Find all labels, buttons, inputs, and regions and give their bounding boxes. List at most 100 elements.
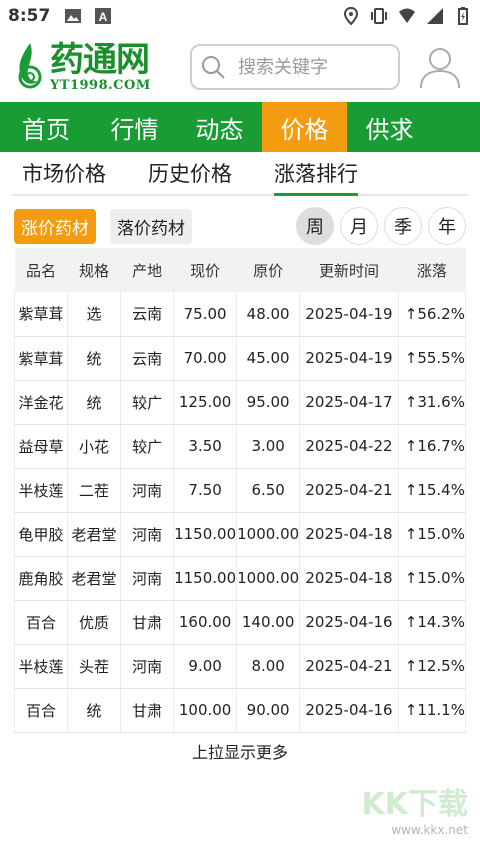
nav-home[interactable]: 首页	[0, 102, 92, 152]
cell-change: ↑14.3%	[398, 600, 467, 645]
cell-update-time: 2025-04-18	[299, 556, 399, 601]
filter-bar: 涨价药材 落价药材 周 月 季 年	[0, 204, 480, 248]
gallery-icon	[65, 9, 82, 23]
cell-current-price: 160.00	[173, 600, 238, 645]
table-row[interactable]: 百合统甘肃 100.00 90.00 2025-04-16 ↑11.1%	[13, 688, 467, 733]
app-header: 药通网 YT1998.COM	[0, 32, 480, 102]
tab-history-price[interactable]: 历史价格	[148, 152, 232, 194]
cell-origin: 河南	[120, 556, 175, 601]
cell-change: ↑31.6%	[398, 380, 467, 425]
col-change-header: 涨落	[398, 248, 466, 292]
cell-update-time: 2025-04-21	[299, 468, 399, 513]
nav-supply[interactable]: 供求	[347, 102, 432, 152]
cell-original-price: 3.00	[236, 424, 301, 469]
table-row[interactable]: 半枝莲 头茬 河南 9.00 8.00 2025-04-21 ↑12.5%	[13, 644, 467, 689]
period-year-button[interactable]: 年	[428, 207, 466, 245]
period-month-button[interactable]: 月	[340, 207, 378, 245]
cell-current-price: 3.50	[173, 424, 238, 469]
logo-chinese: 药通网	[50, 39, 150, 80]
nav-market[interactable]: 行情	[92, 102, 177, 152]
table-row[interactable]: 洋金花统较广 125.00 95.00 2025-04-17 ↑31.6%	[13, 380, 467, 425]
battery-icon	[458, 7, 468, 25]
cell-spec: 头茬	[67, 644, 122, 689]
falling-herbs-button[interactable]: 落价药材	[110, 208, 192, 244]
table-row[interactable]: 龟甲胶 老君堂 河南 1150.00 1000.00 2025-04-18 ↑15.0%	[13, 512, 467, 557]
cell-original-price: 95.00	[236, 380, 301, 425]
cell-original-price: 48.00	[236, 292, 301, 337]
price-subtabs: 市场价格 历史价格 涨落排行	[12, 152, 468, 196]
period-selector: 周 月 季 年	[296, 207, 466, 245]
cell-change: ↑11.1%	[398, 688, 467, 733]
col-name-header: 品名	[14, 248, 68, 292]
table-row[interactable]: 半枝莲 二茬 河南 7.50 6.50 2025-04-21 ↑15.4%	[13, 468, 467, 513]
cell-name: 百合	[13, 600, 69, 645]
table-row[interactable]: 益母草 小花 较广 3.50 3.00 2025-04-22 ↑16.7%	[13, 424, 467, 469]
cell-spec: 统	[67, 688, 122, 733]
cell-original-price: 45.00	[236, 336, 301, 381]
cell-current-price: 1150.00	[173, 512, 238, 557]
cell-change: ↑56.2%	[398, 292, 467, 337]
cell-name: 半枝莲	[13, 644, 69, 689]
cell-update-time: 2025-04-19	[299, 292, 399, 337]
table-row[interactable]: 百合 优质 甘肃 160.00 140.00 2025-04-16 ↑14.3%	[13, 600, 467, 645]
period-week-button[interactable]: 周	[296, 207, 334, 245]
search-box[interactable]	[190, 44, 400, 90]
watermark-url: www.kkx.net	[391, 823, 468, 837]
cell-original-price: 90.00	[236, 688, 301, 733]
user-avatar-icon[interactable]	[418, 45, 462, 89]
cell-name: 紫草茸	[13, 336, 69, 381]
cell-change: ↑15.0%	[398, 512, 467, 557]
status-time: 8:57	[8, 6, 51, 26]
tab-rise-fall-ranking[interactable]: 涨落排行	[274, 152, 358, 196]
cell-update-time: 2025-04-19	[299, 336, 399, 381]
cell-update-time: 2025-04-18	[299, 512, 399, 557]
load-more-hint[interactable]: 上拉显示更多	[0, 739, 480, 763]
cell-update-time: 2025-04-22	[299, 424, 399, 469]
cell-origin: 甘肃	[120, 600, 175, 645]
col-spec-header: 规格	[67, 248, 121, 292]
status-bar: 8:57 A	[0, 0, 480, 32]
cell-name: 鹿角胶	[13, 556, 69, 601]
table-row[interactable]: 紫草茸选云南 75.00 48.00 2025-04-19 ↑56.2%	[13, 292, 467, 337]
cell-name: 百合	[13, 688, 69, 733]
cell-change: ↑55.5%	[398, 336, 467, 381]
cell-current-price: 70.00	[173, 336, 238, 381]
table-row[interactable]: 紫草茸统云南 70.00 45.00 2025-04-19 ↑55.5%	[13, 336, 467, 381]
cell-current-price: 100.00	[173, 688, 238, 733]
site-logo[interactable]: 药通网 YT1998.COM	[12, 41, 172, 93]
cell-original-price: 1000.00	[236, 512, 301, 557]
cell-change: ↑16.7%	[398, 424, 467, 469]
location-icon	[343, 7, 359, 25]
rising-herbs-button[interactable]: 涨价药材	[14, 208, 96, 244]
cell-update-time: 2025-04-21	[299, 644, 399, 689]
logo-domain: YT1998.COM	[50, 77, 151, 93]
cell-current-price: 7.50	[173, 468, 238, 513]
cell-update-time: 2025-04-17	[299, 380, 399, 425]
period-quarter-button[interactable]: 季	[384, 207, 422, 245]
tab-market-price[interactable]: 市场价格	[22, 152, 106, 194]
cell-spec: 选	[67, 292, 122, 337]
nav-news[interactable]: 动态	[177, 102, 262, 152]
cell-spec: 优质	[67, 600, 122, 645]
watermark: KK下载 www.kkx.net	[362, 779, 469, 837]
cell-spec: 小花	[67, 424, 122, 469]
search-input[interactable]	[238, 56, 388, 78]
cell-original-price: 6.50	[236, 468, 301, 513]
col-origin-header: 产地	[120, 248, 174, 292]
table-row[interactable]: 鹿角胶 老君堂 河南 1150.00 1000.00 2025-04-18 ↑15.0%	[13, 556, 467, 601]
cell-name: 紫草茸	[13, 292, 69, 337]
col-original-price-header: 原价	[236, 248, 300, 292]
col-update-time-header: 更新时间	[299, 248, 399, 292]
col-current-price-header: 现价	[173, 248, 237, 292]
cell-current-price: 75.00	[173, 292, 238, 337]
signal-icon	[427, 8, 443, 24]
cell-origin: 云南	[120, 336, 175, 381]
wifi-icon	[399, 8, 415, 23]
search-icon	[202, 56, 225, 79]
cell-name: 龟甲胶	[13, 512, 69, 557]
nav-price[interactable]: 价格	[262, 102, 347, 152]
cell-change: ↑15.0%	[398, 556, 467, 601]
cell-update-time: 2025-04-16	[299, 688, 399, 733]
table-header-row: 品名 规格 产地 现价 原价 更新时间 涨落	[14, 248, 466, 292]
cell-name: 半枝莲	[13, 468, 69, 513]
